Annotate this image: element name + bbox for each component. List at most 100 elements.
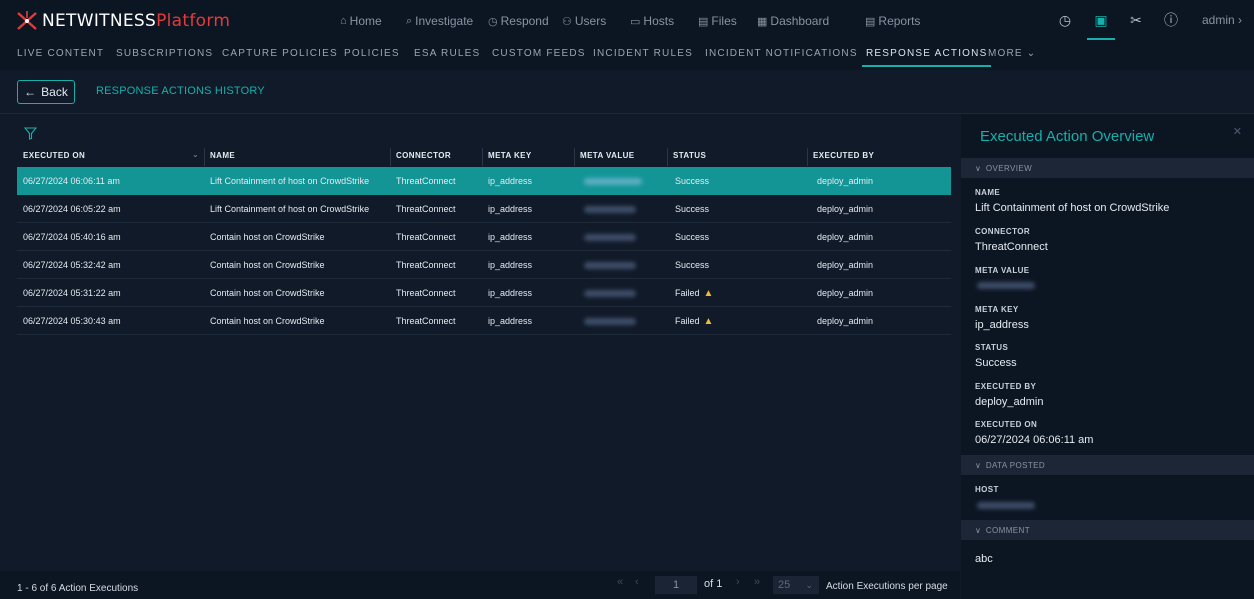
- table-row[interactable]: 06/27/2024 06:06:11 am Lift Containment …: [17, 167, 951, 195]
- dashboard-icon: ▦: [757, 15, 768, 28]
- field-name-label: NAME: [975, 188, 1001, 197]
- first-page-button[interactable]: «: [617, 576, 623, 588]
- investigate-icon: ⌕: [406, 14, 413, 27]
- cell-meta-key: ip_address: [488, 204, 533, 214]
- table-row[interactable]: 06/27/2024 05:40:16 am Contain host on C…: [17, 223, 951, 251]
- page-number-input[interactable]: 1: [655, 576, 697, 594]
- filter-icon[interactable]: [24, 127, 37, 140]
- nav-files[interactable]: ▤ Files: [698, 14, 737, 28]
- cell-name: Contain host on CrowdStrike: [210, 316, 325, 326]
- brand-name: NETWITNESSPlatform: [42, 11, 230, 31]
- cell-name: Lift Containment of host on CrowdStrike: [210, 176, 370, 186]
- field-meta-value-label: META VALUE: [975, 266, 1030, 275]
- chevron-right-icon: ›: [1238, 13, 1242, 27]
- panel-title: Executed Action Overview: [980, 128, 1155, 145]
- nav-investigate[interactable]: ⌕ Investigate: [406, 14, 473, 28]
- cell-status: Success: [675, 232, 710, 242]
- nav-home[interactable]: ⌂ Home: [340, 14, 382, 28]
- cell-name: Contain host on CrowdStrike: [210, 232, 325, 242]
- cell-executed-on: 06/27/2024 05:40:16 am: [23, 232, 121, 242]
- cell-meta-key: ip_address: [488, 316, 533, 326]
- warning-icon: ▲: [703, 316, 714, 327]
- section-comment-label: COMMENT: [985, 525, 1030, 535]
- back-label: Back: [41, 85, 68, 99]
- prev-page-button[interactable]: ‹: [635, 576, 639, 588]
- col-status[interactable]: STATUS: [673, 151, 706, 160]
- subnav-live-content[interactable]: LIVE CONTENT: [17, 48, 104, 59]
- nav-reports-label: Reports: [878, 14, 921, 28]
- last-page-button[interactable]: »: [754, 576, 760, 588]
- field-comment-value: abc: [975, 553, 993, 565]
- nav-respond[interactable]: ◷ Respond: [488, 14, 549, 28]
- logo-mark-icon: [17, 11, 37, 30]
- admin-config-icon[interactable]: ▣: [1087, 10, 1115, 40]
- tools-icon[interactable]: ✂: [1126, 10, 1146, 30]
- subnav-more-label: MORE: [988, 48, 1023, 59]
- respond-icon: ◷: [488, 15, 498, 28]
- subnav-subscriptions[interactable]: SUBSCRIPTIONS: [116, 48, 213, 59]
- subnav-incident-rules[interactable]: INCIDENT RULES: [593, 48, 693, 59]
- col-connector[interactable]: CONNECTOR: [396, 151, 451, 160]
- section-overview-header[interactable]: ∨ OVERVIEW: [961, 158, 1254, 178]
- field-meta-key-label: META KEY: [975, 305, 1019, 314]
- cell-executed-on: 06/27/2024 05:31:22 am: [23, 288, 121, 298]
- page-size-value: 25: [778, 579, 791, 591]
- page-of-label: of 1: [704, 578, 723, 590]
- cell-executed-on: 06/27/2024 05:30:43 am: [23, 316, 121, 326]
- table-row[interactable]: 06/27/2024 06:05:22 am Lift Containment …: [17, 195, 951, 223]
- table-row[interactable]: 06/27/2024 05:30:43 am Contain host on C…: [17, 307, 951, 335]
- subnav-custom-feeds[interactable]: CUSTOM FEEDS: [492, 48, 586, 59]
- cell-meta-key: ip_address: [488, 232, 533, 242]
- field-meta-value-redacted: [977, 282, 1035, 289]
- close-icon[interactable]: ✕: [1233, 125, 1242, 138]
- cell-executed-by: deploy_admin: [817, 176, 874, 186]
- cell-name: Contain host on CrowdStrike: [210, 288, 325, 298]
- section-data-posted-header[interactable]: ∨ DATA POSTED: [961, 455, 1254, 475]
- subnav-response-actions[interactable]: RESPONSE ACTIONS: [861, 48, 992, 67]
- field-connector-label: CONNECTOR: [975, 227, 1031, 236]
- result-count: 1 - 6 of 6 Action Executions: [17, 583, 139, 594]
- table-row[interactable]: 06/27/2024 05:32:42 am Contain host on C…: [17, 251, 951, 279]
- users-icon: ⚇: [562, 15, 572, 28]
- nav-hosts[interactable]: ▭ Hosts: [630, 14, 674, 28]
- page-size-select[interactable]: 25 ⌄: [773, 576, 819, 594]
- nav-dashboard[interactable]: ▦ Dashboard: [757, 14, 829, 28]
- cell-meta-key: ip_address: [488, 176, 533, 186]
- back-button[interactable]: ← Back: [17, 80, 75, 104]
- chevron-down-icon: ∨: [975, 163, 981, 173]
- nav-reports[interactable]: ▤ Reports: [865, 14, 920, 28]
- arrow-left-icon: ←: [24, 85, 37, 99]
- cell-connector: ThreatConnect: [396, 204, 456, 214]
- section-comment-header[interactable]: ∨ COMMENT: [961, 520, 1254, 540]
- subnav-more[interactable]: MORE ⌄: [988, 48, 1036, 59]
- cell-connector: ThreatConnect: [396, 232, 456, 242]
- col-executed-on[interactable]: EXECUTED ON: [23, 151, 85, 160]
- user-menu[interactable]: admin ›: [1202, 13, 1242, 27]
- help-icon[interactable]: ⓘ: [1161, 10, 1181, 30]
- col-executed-by[interactable]: EXECUTED BY: [813, 151, 874, 160]
- table-row[interactable]: 06/27/2024 05:31:22 am Contain host on C…: [17, 279, 951, 307]
- nav-home-label: Home: [349, 14, 382, 28]
- subnav-policies[interactable]: POLICIES: [344, 48, 400, 59]
- timer-icon[interactable]: ◷: [1055, 10, 1075, 30]
- nav-users[interactable]: ⚇ Users: [562, 14, 606, 28]
- user-label: admin: [1201, 13, 1235, 27]
- field-connector-value: ThreatConnect: [975, 241, 1048, 253]
- field-name-value: Lift Containment of host on CrowdStrike: [975, 202, 1170, 214]
- col-meta-key[interactable]: META KEY: [488, 151, 532, 160]
- next-page-button[interactable]: ›: [736, 576, 740, 588]
- col-meta-value[interactable]: META VALUE: [580, 151, 635, 160]
- chevron-down-icon: ⌄: [1026, 48, 1037, 59]
- nav-investigate-label: Investigate: [415, 14, 474, 28]
- col-name[interactable]: NAME: [210, 151, 235, 160]
- subnav-incident-notifications[interactable]: INCIDENT NOTIFICATIONS: [705, 48, 858, 59]
- subnav-esa-rules[interactable]: ESA RULES: [414, 48, 480, 59]
- nav-hosts-label: Hosts: [643, 14, 675, 28]
- brand-sub: Platform: [156, 11, 231, 31]
- cell-executed-by: deploy_admin: [817, 204, 874, 214]
- subnav-capture-policies[interactable]: CAPTURE POLICIES: [222, 48, 338, 59]
- cell-executed-by: deploy_admin: [817, 232, 874, 242]
- netwitness-logo[interactable]: NETWITNESSPlatform: [16, 11, 230, 31]
- sort-down-icon[interactable]: ⌄: [192, 150, 199, 159]
- table-header: EXECUTED ON ⌄ NAME CONNECTOR META KEY ME…: [17, 148, 951, 166]
